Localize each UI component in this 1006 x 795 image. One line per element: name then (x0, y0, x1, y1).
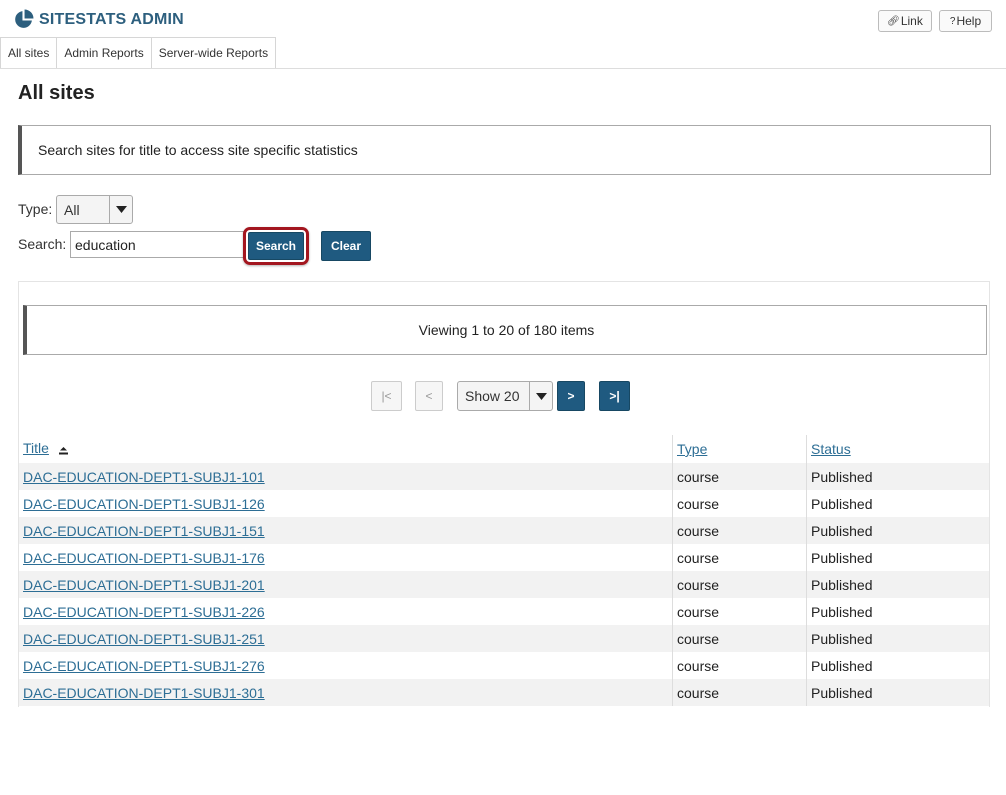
info-text: Search sites for title to access site sp… (38, 142, 358, 158)
tab-server-wide-reports[interactable]: Server-wide Reports (150, 37, 277, 68)
table-row: DAC-EDUCATION-DEPT1-SUBJ1-151 course Pub… (19, 517, 989, 544)
cell-title: DAC-EDUCATION-DEPT1-SUBJ1-226 (19, 598, 673, 625)
cell-status: Published (806, 652, 989, 679)
table-row: DAC-EDUCATION-DEPT1-SUBJ1-126 course Pub… (19, 490, 989, 517)
table-row: DAC-EDUCATION-DEPT1-SUBJ1-176 course Pub… (19, 544, 989, 571)
link-icon: 🔗︎ (887, 15, 900, 27)
viewing-text: Viewing 1 to 20 of 180 items (418, 322, 595, 338)
cell-type: course (672, 571, 807, 598)
chevron-down-icon (109, 196, 132, 223)
cell-type: course (672, 598, 807, 625)
search-input[interactable] (70, 231, 244, 258)
site-title-link[interactable]: DAC-EDUCATION-DEPT1-SUBJ1-301 (23, 685, 265, 701)
cell-type: course (672, 517, 807, 544)
cell-type: course (672, 544, 807, 571)
cell-type: course (672, 490, 807, 517)
site-title-link[interactable]: DAC-EDUCATION-DEPT1-SUBJ1-226 (23, 604, 265, 620)
site-title-link[interactable]: DAC-EDUCATION-DEPT1-SUBJ1-276 (23, 658, 265, 674)
site-title-link[interactable]: DAC-EDUCATION-DEPT1-SUBJ1-151 (23, 523, 265, 539)
cell-title: DAC-EDUCATION-DEPT1-SUBJ1-251 (19, 625, 673, 652)
sort-ascending-icon (58, 442, 68, 458)
tab-admin-reports[interactable]: Admin Reports (56, 37, 152, 68)
table-row: DAC-EDUCATION-DEPT1-SUBJ1-301 course Pub… (19, 679, 989, 706)
table-row: DAC-EDUCATION-DEPT1-SUBJ1-251 course Pub… (19, 625, 989, 652)
cell-status: Published (806, 544, 989, 571)
prev-page-button[interactable]: < (415, 381, 443, 411)
tab-all-sites[interactable]: All sites (0, 37, 58, 68)
site-title-link[interactable]: DAC-EDUCATION-DEPT1-SUBJ1-101 (23, 469, 265, 485)
table-row: DAC-EDUCATION-DEPT1-SUBJ1-276 course Pub… (19, 652, 989, 679)
cell-title: DAC-EDUCATION-DEPT1-SUBJ1-301 (19, 679, 673, 706)
cell-title: DAC-EDUCATION-DEPT1-SUBJ1-201 (19, 571, 673, 598)
site-title-link[interactable]: DAC-EDUCATION-DEPT1-SUBJ1-126 (23, 496, 265, 512)
sites-table: Title Type Status DAC-EDUCATION-DEPT1-SU… (19, 435, 989, 706)
app-title: SITESTATS ADMIN (39, 10, 184, 28)
cell-status: Published (806, 598, 989, 625)
sort-by-title-link[interactable]: Title (23, 440, 49, 456)
cell-status: Published (806, 490, 989, 517)
page-size-value: Show 20 (465, 388, 520, 404)
cell-title: DAC-EDUCATION-DEPT1-SUBJ1-151 (19, 517, 673, 544)
search-button-highlight: Search (243, 227, 309, 265)
type-select-value: All (64, 201, 80, 218)
page-title: All sites (18, 82, 95, 104)
link-button-label: Link (900, 14, 923, 28)
info-message: Search sites for title to access site sp… (18, 125, 991, 175)
type-select[interactable]: All (56, 195, 133, 224)
site-title-link[interactable]: DAC-EDUCATION-DEPT1-SUBJ1-201 (23, 577, 265, 593)
pie-chart-icon (15, 9, 34, 28)
next-page-button[interactable]: > (557, 381, 585, 411)
clear-button[interactable]: Clear (321, 231, 371, 261)
column-title[interactable]: Title (19, 435, 673, 463)
site-title-link[interactable]: DAC-EDUCATION-DEPT1-SUBJ1-176 (23, 550, 265, 566)
link-button[interactable]: 🔗︎ Link (878, 10, 932, 32)
cell-status: Published (806, 463, 989, 490)
cell-status: Published (806, 571, 989, 598)
table-header-row: Title Type Status (19, 435, 989, 463)
cell-type: course (672, 679, 807, 706)
sort-by-type-link[interactable]: Type (677, 441, 707, 457)
table-row: DAC-EDUCATION-DEPT1-SUBJ1-201 course Pub… (19, 571, 989, 598)
question-icon: ? (949, 15, 956, 27)
cell-title: DAC-EDUCATION-DEPT1-SUBJ1-276 (19, 652, 673, 679)
top-header: SITESTATS ADMIN 🔗︎ Link ? Help (0, 0, 1006, 37)
search-label: Search: (18, 236, 67, 252)
column-status[interactable]: Status (806, 435, 989, 463)
cell-title: DAC-EDUCATION-DEPT1-SUBJ1-126 (19, 490, 673, 517)
help-button-label: Help (956, 14, 982, 28)
chevron-down-icon (529, 382, 552, 410)
cell-type: course (672, 652, 807, 679)
search-button[interactable]: Search (248, 232, 304, 260)
site-title-link[interactable]: DAC-EDUCATION-DEPT1-SUBJ1-251 (23, 631, 265, 647)
cell-type: course (672, 625, 807, 652)
help-button[interactable]: ? Help (939, 10, 992, 32)
results-panel: Viewing 1 to 20 of 180 items |< < Show 2… (18, 281, 990, 707)
cell-title: DAC-EDUCATION-DEPT1-SUBJ1-101 (19, 463, 673, 490)
sort-by-status-link[interactable]: Status (811, 441, 851, 457)
brand: SITESTATS ADMIN (13, 9, 184, 30)
cell-status: Published (806, 625, 989, 652)
first-page-button[interactable]: |< (371, 381, 402, 411)
last-page-button[interactable]: >| (599, 381, 630, 411)
type-label: Type: (18, 201, 53, 217)
table-row: DAC-EDUCATION-DEPT1-SUBJ1-226 course Pub… (19, 598, 989, 625)
viewing-summary: Viewing 1 to 20 of 180 items (23, 305, 987, 355)
page-size-select[interactable]: Show 20 (457, 381, 553, 411)
cell-type: course (672, 463, 807, 490)
cell-title: DAC-EDUCATION-DEPT1-SUBJ1-176 (19, 544, 673, 571)
table-row: DAC-EDUCATION-DEPT1-SUBJ1-101 course Pub… (19, 463, 989, 490)
cell-status: Published (806, 679, 989, 706)
tab-bar: All sites Admin Reports Server-wide Repo… (0, 37, 1006, 69)
column-type[interactable]: Type (672, 435, 807, 463)
cell-status: Published (806, 517, 989, 544)
